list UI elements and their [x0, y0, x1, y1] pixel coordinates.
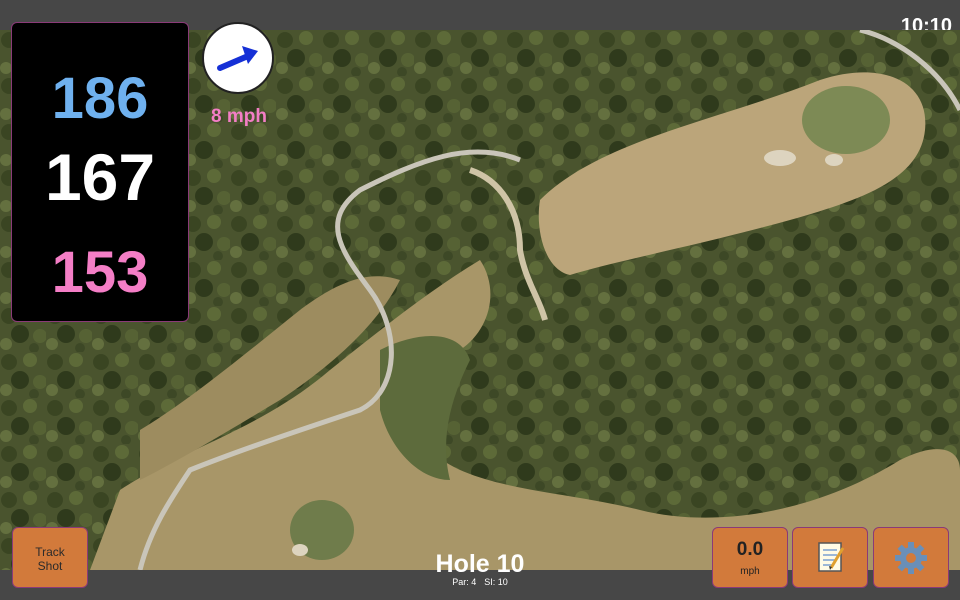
track-shot-label: Track Shot [35, 545, 65, 573]
hole-info: Par: 4 SI: 10 [380, 577, 580, 587]
notepad-icon [818, 542, 845, 572]
arrow-icon [217, 46, 258, 71]
wind-speed: 8 mph [211, 106, 267, 127]
yardage-panel: 186 167 153 [11, 22, 189, 322]
track-shot-button[interactable]: Track Shot [12, 527, 88, 588]
back-yardage: 186 [51, 66, 149, 131]
speed-button[interactable]: 0.0 mph [712, 527, 788, 588]
hole-title: Hole 10 [435, 550, 525, 578]
notes-button[interactable] [792, 527, 868, 588]
stroke-index-label: SI: 10 [484, 577, 508, 587]
middle-yardage: 167 [44, 140, 156, 214]
wind-indicator [202, 22, 274, 94]
speed-value: 0.0 [736, 539, 764, 560]
gear-icon [895, 542, 927, 574]
speed-unit: mph [740, 566, 760, 577]
par-label: Par: 4 [452, 577, 477, 587]
front-yardage: 153 [51, 240, 149, 305]
settings-button[interactable] [873, 527, 949, 588]
